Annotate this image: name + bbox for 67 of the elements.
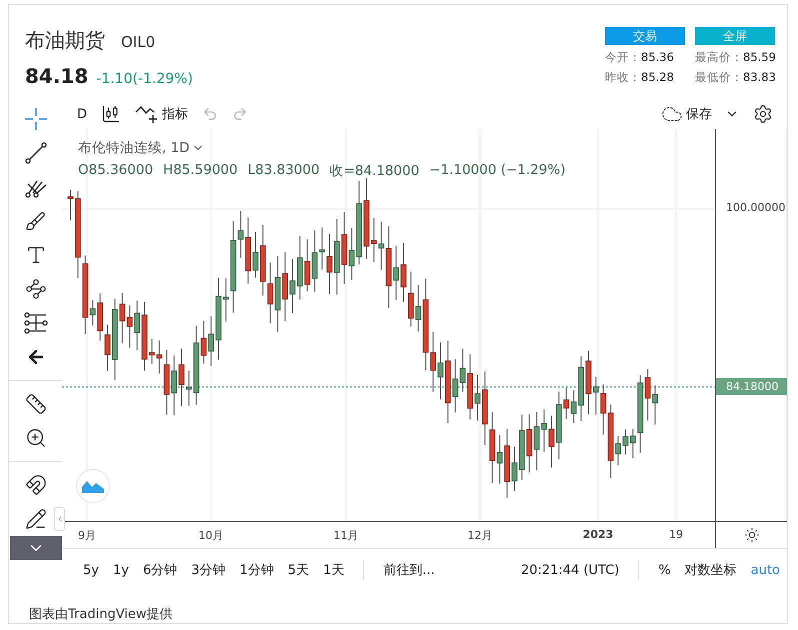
range-button[interactable]: 3分钟 — [184, 561, 232, 579]
candlestick — [290, 258, 296, 314]
candlestick — [326, 234, 332, 295]
range-button[interactable]: 1天 — [316, 561, 352, 579]
pattern-icon[interactable] — [24, 278, 46, 300]
time-label: 11月 — [334, 528, 358, 543]
candlestick — [400, 242, 406, 302]
ohlc-value: L83.83000 — [248, 162, 320, 180]
candlestick — [68, 189, 74, 221]
candlestick — [622, 429, 628, 455]
candlestick — [548, 415, 554, 468]
candlestick — [474, 374, 480, 421]
candlestick — [252, 231, 258, 278]
candlestick — [438, 342, 444, 400]
collapse-button[interactable] — [10, 536, 62, 560]
zoom-in-icon[interactable] — [24, 427, 46, 449]
range-button[interactable]: 5天 — [280, 561, 316, 579]
range-button[interactable]: 6分钟 — [136, 561, 184, 579]
candlestick-icon[interactable] — [101, 104, 122, 124]
percent-button[interactable]: % — [651, 562, 678, 578]
clock-time[interactable]: 20:21:44 (UTC) — [514, 562, 626, 578]
time-label: 19 — [669, 528, 683, 541]
candlestick — [586, 350, 592, 415]
price-stat: 最高价：85.59 — [695, 50, 775, 65]
time-label: 10月 — [198, 528, 224, 543]
indicators-button[interactable]: 指标 — [135, 104, 188, 124]
price-change: -1.10(-1.29%) — [96, 71, 193, 87]
symbol-code: OIL0 — [121, 33, 156, 51]
ohlc-value: O85.36000 — [78, 162, 154, 180]
ohlc-value: 收=84.18000 — [330, 162, 420, 180]
price-stat: 昨收：85.28 — [605, 70, 675, 85]
range-button[interactable]: 1y — [106, 562, 136, 578]
time-label: 2023 — [582, 528, 614, 541]
range-button[interactable]: 1分钟 — [232, 561, 281, 579]
instrument-title: 布油期货 — [25, 27, 105, 54]
candlestick — [142, 301, 148, 372]
candlestick — [512, 446, 518, 492]
save-button[interactable]: 保存 — [661, 103, 739, 125]
magnet-icon[interactable] — [24, 474, 46, 496]
attribution-text: 图表由TradingView提供 — [28, 606, 174, 623]
time-label: 12月 — [468, 528, 492, 543]
price-tick: 100.00000 — [726, 201, 786, 214]
last-price: 84.18 — [25, 64, 88, 88]
ohlc-value: H85.59000 — [163, 162, 238, 180]
price-stat: 最低价：83.83 — [695, 70, 775, 85]
auto-scale-button[interactable]: auto — [744, 562, 787, 578]
axis-settings-icon[interactable] — [744, 527, 760, 543]
range-button[interactable]: 5y — [76, 562, 106, 578]
indicator-icon — [135, 104, 160, 124]
last-price-badge: 84.18000 — [716, 378, 786, 395]
ruler-icon[interactable] — [24, 393, 46, 415]
logo-icon[interactable] — [76, 469, 110, 503]
crosshair-icon[interactable] — [24, 108, 46, 130]
brush-icon[interactable] — [25, 210, 46, 232]
log-scale-button[interactable]: 对数坐标 — [678, 561, 744, 579]
settings-icon[interactable] — [753, 104, 773, 124]
ohlc-value: −1.10000 (−1.29%) — [429, 162, 566, 180]
price-stat: 今开：85.36 — [605, 50, 675, 65]
time-label: 9月 — [78, 528, 96, 543]
level-lines-icon[interactable] — [24, 312, 48, 334]
goto-button[interactable]: 前往到... — [376, 561, 442, 579]
pencil-icon[interactable] — [24, 508, 46, 530]
line-tool-icon[interactable] — [24, 142, 46, 164]
candlestick — [178, 348, 184, 407]
candlestick — [104, 324, 110, 372]
interval-button[interactable]: D — [77, 106, 88, 122]
series-title[interactable]: 布伦特油连续, 1D — [78, 139, 566, 157]
